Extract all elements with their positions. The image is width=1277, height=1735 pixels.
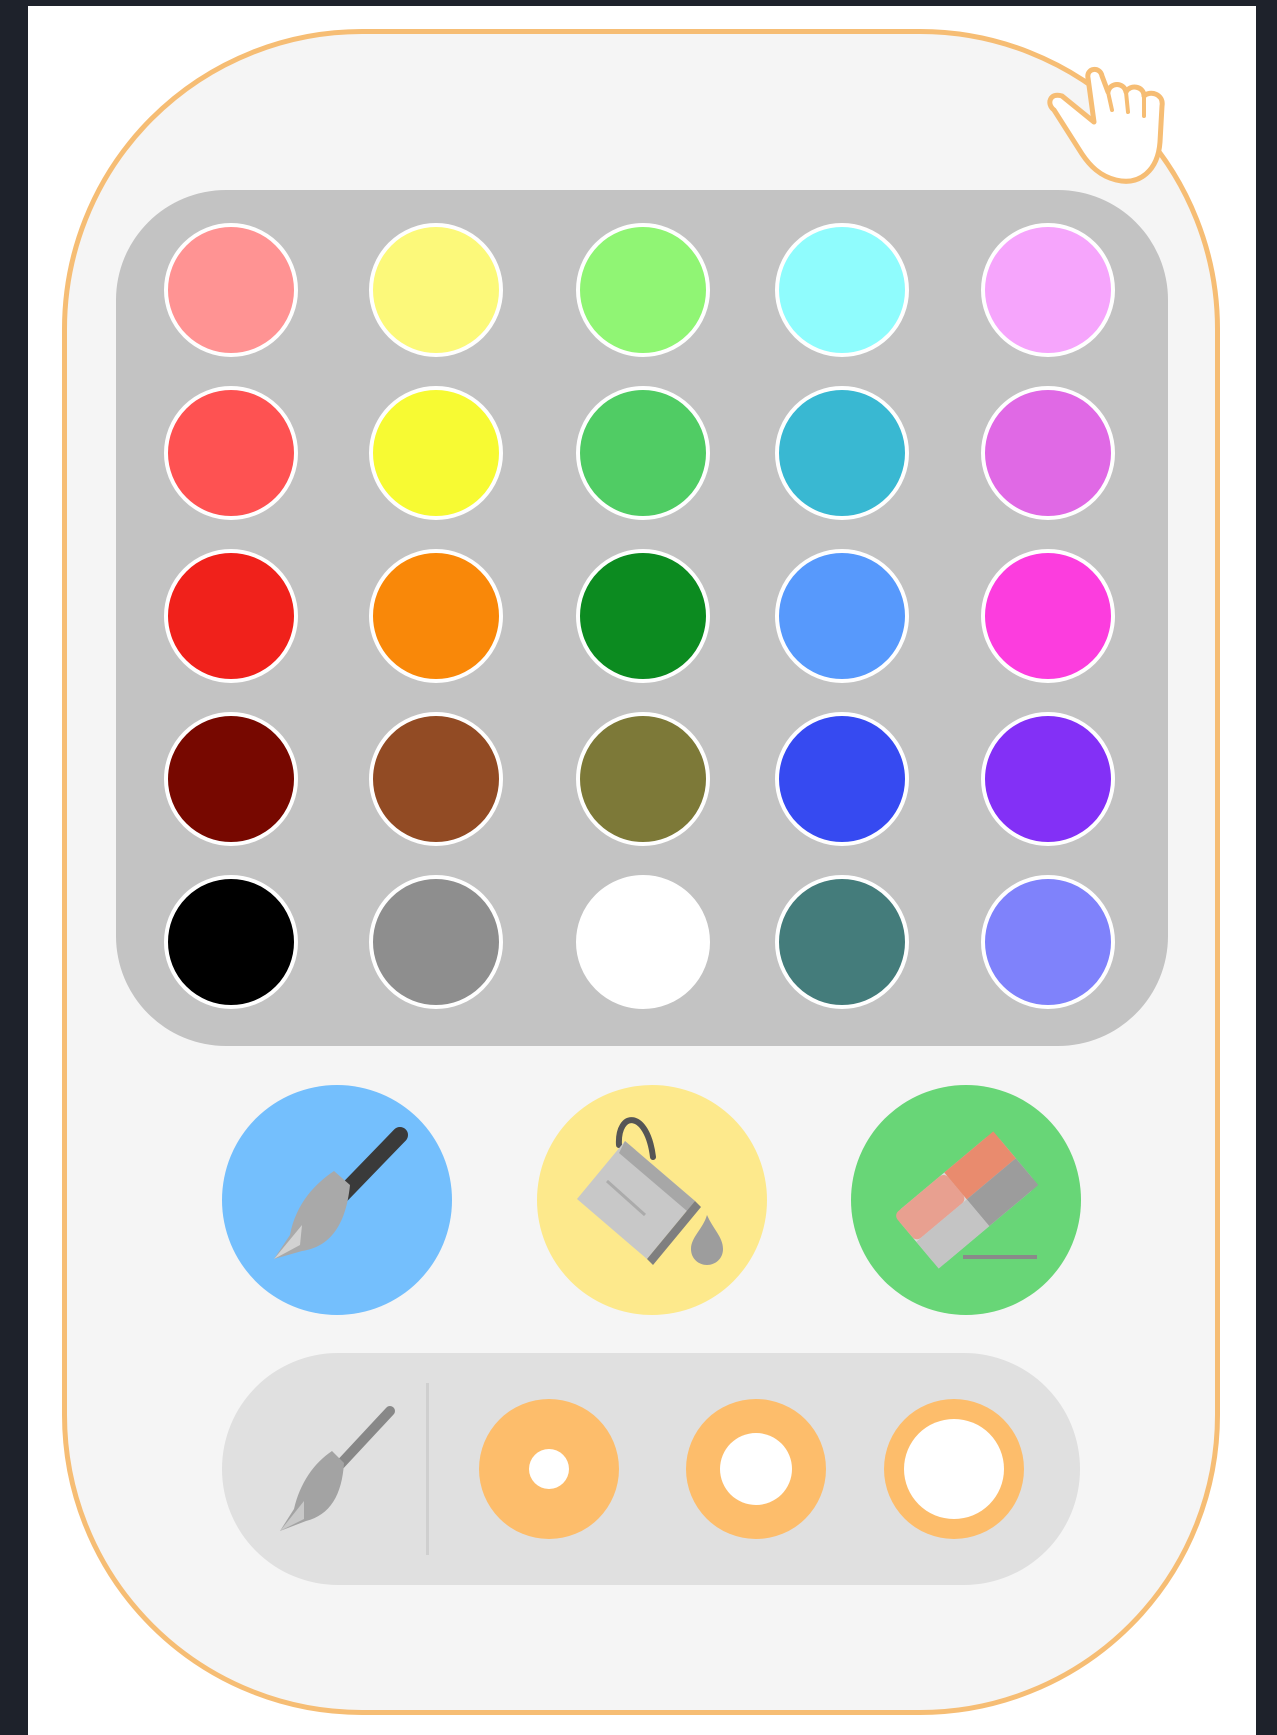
color-swatch[interactable]	[369, 549, 503, 683]
hand-pointer-icon	[1047, 67, 1165, 184]
color-palette	[116, 190, 1168, 1046]
color-swatch[interactable]	[775, 875, 909, 1009]
paint-bucket-icon	[577, 1117, 723, 1265]
size-dot	[529, 1449, 569, 1489]
color-swatch[interactable]	[576, 223, 710, 357]
color-swatch[interactable]	[981, 549, 1115, 683]
eraser-icon	[896, 1131, 1039, 1269]
color-swatch[interactable]	[981, 223, 1115, 357]
color-swatch[interactable]	[576, 875, 710, 1009]
color-swatch[interactable]	[369, 875, 503, 1009]
color-swatch[interactable]	[576, 549, 710, 683]
color-swatch[interactable]	[775, 386, 909, 520]
paintbrush-icon	[280, 1406, 395, 1531]
color-swatch[interactable]	[164, 712, 298, 846]
brush-size-selector	[222, 1353, 1080, 1585]
color-swatch[interactable]	[775, 712, 909, 846]
color-swatch[interactable]	[981, 875, 1115, 1009]
brush-size-small[interactable]	[479, 1399, 619, 1539]
size-divider	[426, 1383, 429, 1555]
color-swatch[interactable]	[981, 386, 1115, 520]
brush-tool-button[interactable]	[222, 1085, 452, 1315]
color-swatch[interactable]	[576, 386, 710, 520]
fill-tool-button[interactable]	[537, 1085, 767, 1315]
color-swatch[interactable]	[775, 223, 909, 357]
color-swatch[interactable]	[369, 712, 503, 846]
color-swatch[interactable]	[775, 549, 909, 683]
brush-size-medium[interactable]	[686, 1399, 826, 1539]
color-swatch[interactable]	[576, 712, 710, 846]
size-dot	[720, 1433, 792, 1505]
color-swatch[interactable]	[164, 549, 298, 683]
eraser-tool-button[interactable]	[851, 1085, 1081, 1315]
color-swatch[interactable]	[164, 223, 298, 357]
paintbrush-icon	[274, 1127, 408, 1259]
color-swatch[interactable]	[164, 875, 298, 1009]
color-swatch[interactable]	[369, 386, 503, 520]
color-swatch[interactable]	[369, 223, 503, 357]
color-swatch[interactable]	[981, 712, 1115, 846]
brush-size-large[interactable]	[884, 1399, 1024, 1539]
color-swatch[interactable]	[164, 386, 298, 520]
size-dot	[904, 1419, 1004, 1519]
